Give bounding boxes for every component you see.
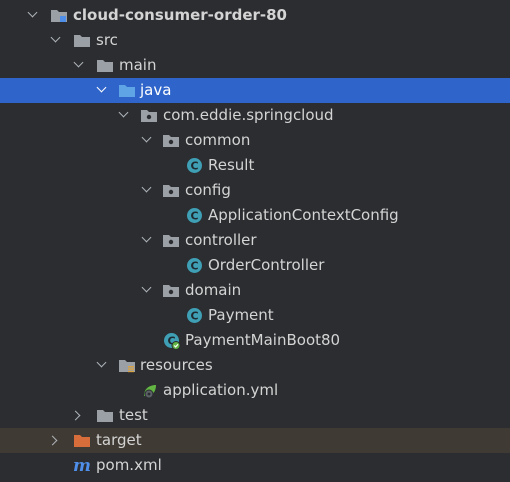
folder-label-target: target bbox=[96, 431, 142, 449]
tree-row-result[interactable]: C Result bbox=[0, 153, 510, 178]
tree-row-src[interactable]: src bbox=[0, 28, 510, 53]
tree-row-order-controller[interactable]: C OrderController bbox=[0, 253, 510, 278]
package-label-controller: controller bbox=[185, 231, 257, 249]
tree-row-package[interactable]: com.eddie.springcloud bbox=[0, 103, 510, 128]
tree-row-target[interactable]: target bbox=[0, 428, 510, 453]
module-folder-icon bbox=[51, 10, 67, 22]
folder-label-main: main bbox=[119, 56, 157, 74]
tree-row-resources[interactable]: resources bbox=[0, 353, 510, 378]
spring-boot-class-icon: C bbox=[164, 333, 181, 350]
package-icon bbox=[163, 235, 179, 247]
tree-row-test[interactable]: test bbox=[0, 403, 510, 428]
package-icon bbox=[163, 285, 179, 297]
spring-config-file-icon bbox=[144, 385, 156, 399]
tree-row-config[interactable]: config bbox=[0, 178, 510, 203]
chevron-down-icon[interactable] bbox=[141, 132, 152, 143]
class-label-payment: Payment bbox=[208, 306, 274, 324]
excluded-folder-icon bbox=[74, 435, 90, 447]
chevron-down-icon[interactable] bbox=[50, 32, 61, 43]
package-label-config: config bbox=[185, 181, 231, 199]
folder-label-test: test bbox=[119, 406, 148, 424]
svg-text:C: C bbox=[190, 310, 198, 323]
folder-label-java: java bbox=[140, 81, 172, 99]
tree-row-application-yml[interactable]: application.yml bbox=[0, 378, 510, 403]
package-label: com.eddie.springcloud bbox=[163, 106, 334, 124]
tree-row-main-boot[interactable]: C PaymentMainBoot80 bbox=[0, 328, 510, 353]
folder-label-resources: resources bbox=[140, 356, 213, 374]
tree-row-main[interactable]: main bbox=[0, 53, 510, 78]
source-folder-icon bbox=[119, 85, 135, 97]
chevron-down-icon[interactable] bbox=[96, 82, 107, 93]
folder-icon bbox=[97, 60, 113, 72]
svg-text:m: m bbox=[73, 456, 91, 475]
file-label-pom: pom.xml bbox=[96, 456, 162, 474]
class-icon: C bbox=[187, 158, 202, 173]
class-label-order-controller: OrderController bbox=[208, 256, 325, 274]
chevron-down-icon[interactable] bbox=[141, 232, 152, 243]
tree-row-project[interactable]: cloud-consumer-order-80 bbox=[0, 3, 510, 28]
folder-icon bbox=[97, 410, 113, 422]
class-icon: C bbox=[187, 208, 202, 223]
package-icon bbox=[163, 185, 179, 197]
tree-row-pom[interactable]: m pom.xml bbox=[0, 453, 510, 478]
tree-row-app-context-config[interactable]: C ApplicationContextConfig bbox=[0, 203, 510, 228]
tree-row-common[interactable]: common bbox=[0, 128, 510, 153]
chevron-down-icon[interactable] bbox=[96, 357, 107, 368]
class-icon: C bbox=[187, 258, 202, 273]
chevron-down-icon[interactable] bbox=[141, 182, 152, 193]
project-name: cloud-consumer-order-80 bbox=[73, 6, 287, 24]
chevron-down-icon[interactable] bbox=[141, 282, 152, 293]
chevron-down-icon[interactable] bbox=[73, 57, 84, 68]
chevron-right-icon[interactable] bbox=[70, 410, 81, 421]
svg-text:C: C bbox=[190, 260, 198, 273]
tree-row-domain[interactable]: domain bbox=[0, 278, 510, 303]
tree-row-controller[interactable]: controller bbox=[0, 228, 510, 253]
class-icon: C bbox=[187, 308, 202, 323]
package-label-domain: domain bbox=[185, 281, 242, 299]
folder-icon bbox=[74, 35, 90, 47]
resources-folder-icon bbox=[119, 360, 135, 373]
project-tree: cloud-consumer-order-80 src main java co… bbox=[0, 0, 510, 482]
package-icon bbox=[163, 135, 179, 147]
class-label-app-context-config: ApplicationContextConfig bbox=[208, 206, 399, 224]
folder-label-src: src bbox=[96, 31, 118, 49]
tree-row-payment[interactable]: C Payment bbox=[0, 303, 510, 328]
tree-row-java[interactable]: java bbox=[0, 78, 510, 103]
maven-file-icon: m bbox=[73, 456, 91, 475]
file-label-application-yml: application.yml bbox=[163, 381, 279, 399]
svg-text:C: C bbox=[190, 160, 198, 173]
chevron-down-icon[interactable] bbox=[27, 7, 38, 18]
chevron-down-icon[interactable] bbox=[118, 107, 129, 118]
class-label-main-boot: PaymentMainBoot80 bbox=[185, 331, 341, 349]
package-icon bbox=[141, 110, 157, 122]
svg-text:C: C bbox=[190, 210, 198, 223]
package-label-common: common bbox=[185, 131, 251, 149]
class-label-result: Result bbox=[208, 156, 255, 174]
chevron-right-icon[interactable] bbox=[47, 435, 58, 446]
